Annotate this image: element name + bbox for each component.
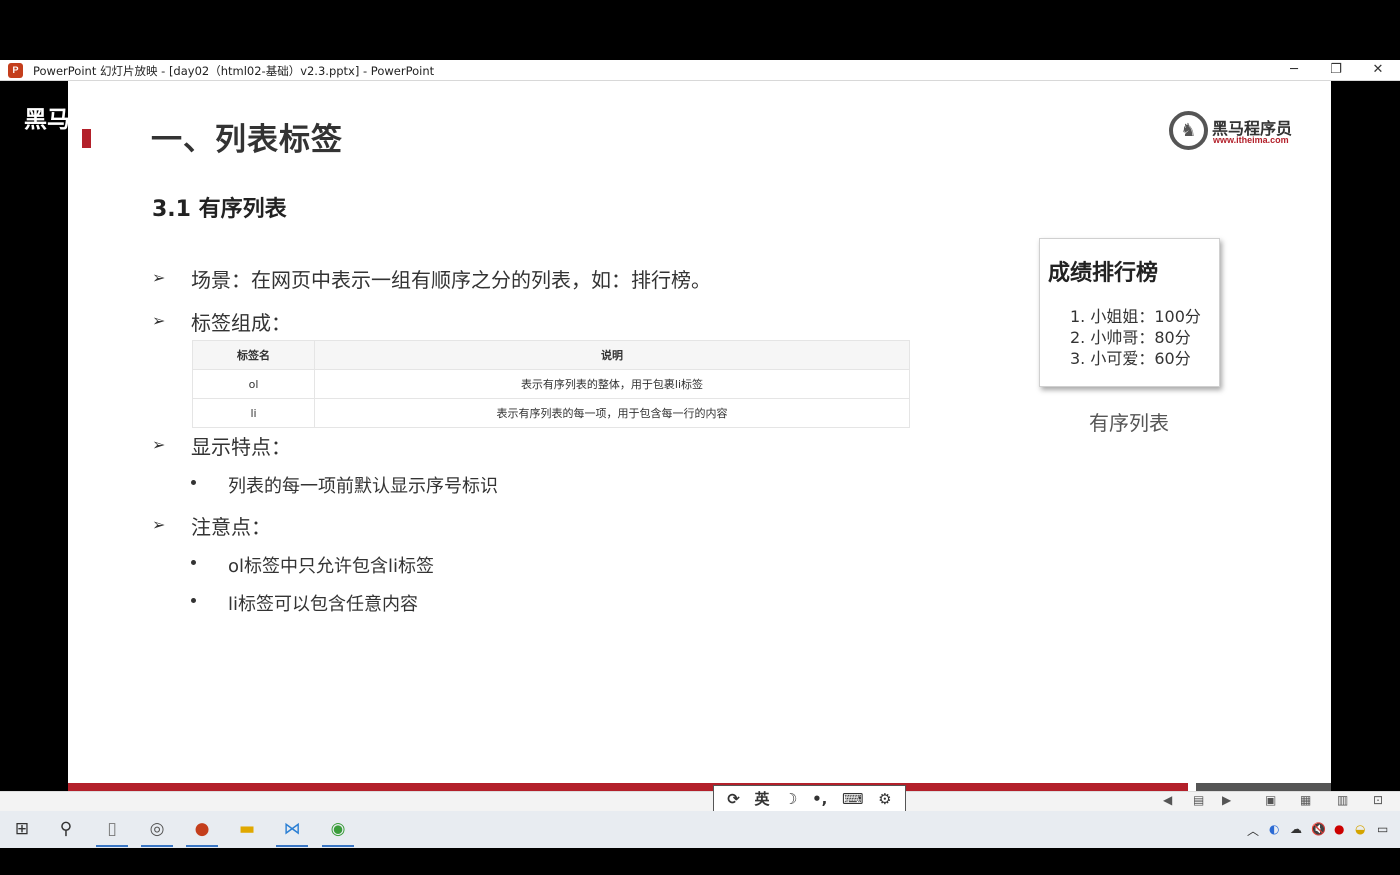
video-watermark: 黑马: [24, 107, 70, 133]
table-row: ol 表示有序列表的整体，用于包裹li标签: [192, 369, 910, 399]
window-title: PowerPoint 幻灯片放映 - [day02（html02-基础）v2.3…: [33, 64, 435, 78]
search-icon[interactable]: ⚲: [46, 811, 86, 848]
slideshow-icon[interactable]: ⊡: [1373, 793, 1383, 807]
notification-icon[interactable]: ▭: [1377, 822, 1388, 836]
horse-logo-icon: ♞: [1169, 111, 1208, 150]
restore-button[interactable]: ❐: [1315, 60, 1357, 80]
table-row: li 表示有序列表的每一项，用于包含每一行的内容: [192, 398, 910, 428]
list-item: 3. 小可爱：60分: [1070, 349, 1191, 368]
dot-bullet-icon: [191, 560, 196, 565]
slide-sorter-icon[interactable]: ▦: [1300, 793, 1311, 807]
volume-muted-icon[interactable]: 🔇: [1311, 822, 1326, 836]
dot-bullet-icon: [191, 598, 196, 603]
bottom-letterbox: [0, 848, 1400, 875]
previous-slide-icon[interactable]: ◀: [1163, 793, 1172, 807]
ranking-list: 1. 小姐姐：100分 2. 小帅哥：80分 3. 小可爱：60分: [1070, 306, 1201, 369]
arrow-bullet-icon: ➢: [152, 268, 166, 287]
table-cell: ol: [192, 369, 315, 399]
powerpoint-app-icon: P: [8, 63, 23, 78]
arrow-bullet-icon: ➢: [152, 515, 166, 534]
table-header: 说明: [314, 340, 910, 370]
slide-footer-bar-dark: [1196, 783, 1331, 791]
table-header-row: 标签名 说明: [192, 340, 910, 370]
logo-url: www.itheima.com: [1213, 135, 1289, 145]
powerpoint-icon[interactable]: ●: [182, 811, 222, 848]
list-item: 2. 小帅哥：80分: [1070, 328, 1191, 347]
tray-app-icon[interactable]: ◐: [1269, 822, 1279, 836]
itheima-logo: ♞ 黑马程序员 www.itheima.com: [1169, 111, 1299, 151]
recorder-icon[interactable]: ◎: [137, 811, 177, 848]
notes-icon[interactable]: ▤: [1193, 793, 1204, 807]
sub-bullet-text: li标签可以包含任意内容: [228, 594, 419, 615]
slideshow-status-bar: [0, 791, 1400, 811]
file-icon[interactable]: ▯: [92, 811, 132, 848]
ranking-title: 成绩排行榜: [1048, 261, 1159, 286]
onedrive-icon[interactable]: ☁: [1290, 822, 1302, 836]
ime-settings-icon[interactable]: ⚙: [878, 790, 891, 808]
table-cell: li: [192, 398, 315, 428]
next-slide-icon[interactable]: ▶: [1222, 793, 1231, 807]
table-cell: 表示有序列表的每一项，用于包含每一行的内容: [314, 398, 910, 428]
folder-icon[interactable]: ▬: [227, 811, 267, 848]
tray-chevron-icon[interactable]: ︿: [1247, 822, 1259, 839]
section-title: 3.1 有序列表: [152, 197, 287, 222]
ime-punctuation-icon[interactable]: •,: [812, 790, 827, 808]
vscode-icon[interactable]: ⋈: [272, 811, 312, 848]
arrow-bullet-icon: ➢: [152, 311, 166, 330]
chrome-icon[interactable]: ◉: [318, 811, 358, 848]
arrow-bullet-icon: ➢: [152, 435, 166, 454]
tray-app-red-icon[interactable]: ●: [1334, 822, 1344, 836]
sub-bullet-text: 列表的每一项前默认显示序号标识: [228, 476, 498, 497]
list-item: 1. 小姐姐：100分: [1070, 307, 1201, 326]
ime-keyboard-icon[interactable]: ⌨: [842, 790, 864, 808]
ime-toolbar[interactable]: ⟳ 英 ☽ •, ⌨ ⚙: [713, 785, 906, 812]
tray-network-icon[interactable]: ◒: [1355, 822, 1365, 836]
minimize-button[interactable]: ─: [1273, 60, 1315, 80]
example-caption: 有序列表: [1089, 411, 1169, 435]
title-accent-bar: [82, 129, 91, 148]
ime-language-toggle[interactable]: 英: [754, 788, 769, 809]
table-cell: 表示有序列表的整体，用于包裹li标签: [314, 369, 910, 399]
dot-bullet-icon: [191, 480, 196, 485]
normal-view-icon[interactable]: ▣: [1265, 793, 1276, 807]
bullet-text: 场景：在网页中表示一组有顺序之分的列表，如：排行榜。: [191, 268, 711, 292]
sub-bullet-text: ol标签中只允许包含li标签: [228, 556, 435, 577]
slide-footer-bar: [68, 783, 1188, 791]
slide[interactable]: 一、列表标签 ♞ 黑马程序员 www.itheima.com 3.1 有序列表 …: [68, 81, 1331, 791]
table-header: 标签名: [192, 340, 315, 370]
ime-halfwidth-icon[interactable]: ☽: [784, 790, 797, 808]
windows-start-icon[interactable]: ⊞: [2, 811, 42, 848]
bullet-text: 注意点：: [191, 515, 271, 539]
ranking-example-box: 成绩排行榜 1. 小姐姐：100分 2. 小帅哥：80分 3. 小可爱：60分: [1039, 238, 1220, 387]
ime-logo-icon[interactable]: ⟳: [727, 790, 740, 808]
window-titlebar: P PowerPoint 幻灯片放映 - [day02（html02-基础）v2…: [0, 60, 1400, 81]
tag-table: 标签名 说明 ol 表示有序列表的整体，用于包裹li标签 li 表示有序列表的每…: [192, 340, 910, 428]
bullet-text: 标签组成：: [191, 311, 291, 335]
close-button[interactable]: ✕: [1357, 60, 1399, 80]
reading-view-icon[interactable]: ▥: [1337, 793, 1348, 807]
slide-title: 一、列表标签: [151, 122, 343, 158]
bullet-text: 显示特点：: [191, 435, 291, 459]
